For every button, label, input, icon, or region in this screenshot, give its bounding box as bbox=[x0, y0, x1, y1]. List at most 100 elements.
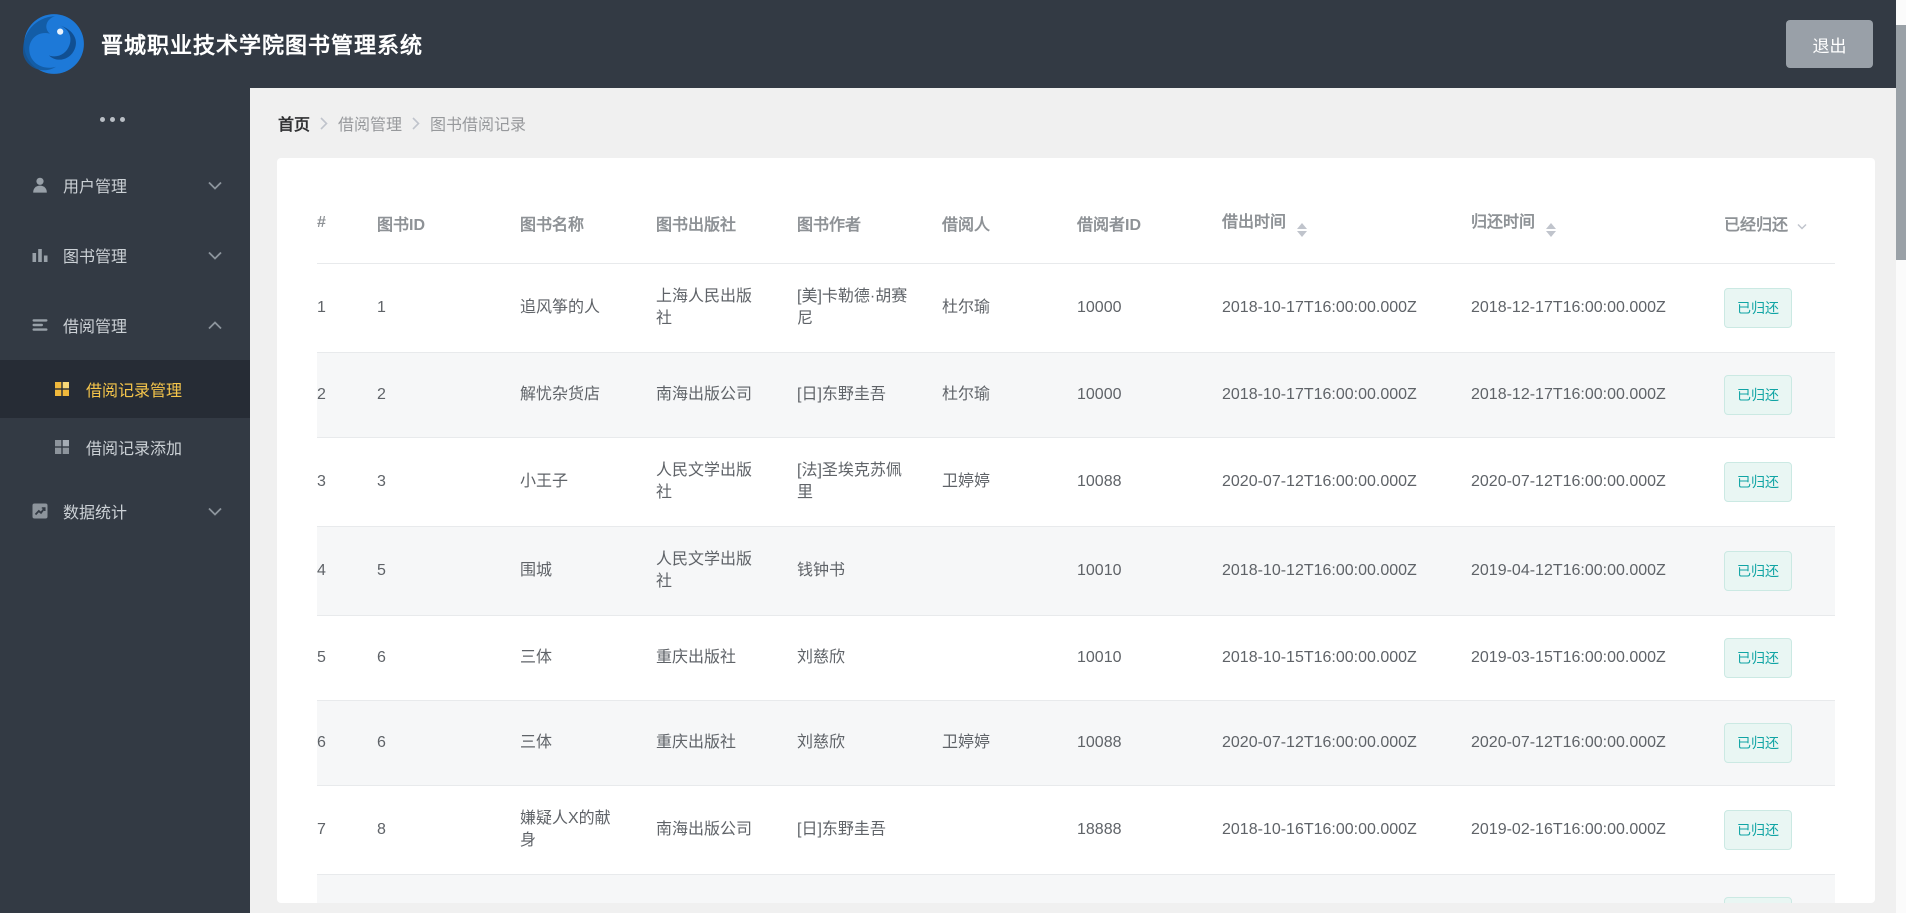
cell-borrower: 卫婷婷 bbox=[942, 700, 1077, 786]
cell-return-time: 2019-02-16T16:00:00.000Z bbox=[1471, 785, 1724, 875]
column-header-return-time[interactable]: 归还时间 bbox=[1471, 174, 1724, 264]
cell-borrower-id: 10088 bbox=[1077, 700, 1222, 786]
table-row: 1 1 追风筝的人 上海人民出版社 [美]卡勒德·胡赛尼 杜尔瑜 10000 2… bbox=[317, 263, 1835, 353]
logout-button[interactable]: 退出 bbox=[1786, 20, 1873, 68]
column-header-publisher: 图书出版社 bbox=[656, 174, 797, 264]
table-row: 2 2 解忧杂货店 南海出版公司 [日]东野圭吾 杜尔瑜 10000 2018-… bbox=[317, 352, 1835, 438]
cell-publisher: 人民文学出版社 bbox=[656, 526, 797, 616]
table-row: 6 6 三体 重庆出版社 刘慈欣 卫婷婷 10088 2020-07-12T16… bbox=[317, 700, 1835, 786]
breadcrumb-current-page: 图书借阅记录 bbox=[430, 117, 527, 134]
cell-author: [日]东野圭吾 bbox=[797, 785, 942, 875]
sort-caret-icon bbox=[1546, 223, 1557, 237]
cell-index: 5 bbox=[317, 615, 377, 701]
bar-chart-icon bbox=[32, 249, 48, 262]
status-badge: 已归还 bbox=[1724, 810, 1792, 850]
cell-borrow-time: 2020-07-12T16:00:00.000Z bbox=[1222, 437, 1471, 527]
column-header-index: # bbox=[317, 174, 377, 264]
column-header-borrow-time[interactable]: 借出时间 bbox=[1222, 174, 1471, 264]
column-header-returned-status[interactable]: 已经归还 bbox=[1724, 174, 1835, 264]
cell-borrower bbox=[942, 785, 1077, 875]
sidebar-item-label: 图书管理 bbox=[63, 249, 128, 266]
caret-down-icon bbox=[1797, 217, 1807, 235]
sidebar-item-borrow-record-add[interactable]: 借阅记录添加 bbox=[0, 418, 250, 476]
cell-status: 已归还 bbox=[1724, 352, 1835, 438]
status-badge: 已归还 bbox=[1724, 638, 1792, 678]
cell-return-time: 2020-07-12T16:00:00.000Z bbox=[1471, 437, 1724, 527]
status-badge: 已归还 bbox=[1724, 288, 1792, 328]
cell-book-name: 嫌疑人X的献身 bbox=[520, 785, 656, 875]
cell-index: 8 bbox=[317, 874, 377, 903]
app-title: 晋城职业技术学院图书管理系统 bbox=[101, 33, 424, 58]
cell-status: 已归还 bbox=[1724, 700, 1835, 786]
chevron-down-icon bbox=[208, 251, 222, 260]
cell-author: [日]东野圭吾 bbox=[797, 352, 942, 438]
cell-borrow-time: 2018-10-17T16:00:00.000Z bbox=[1222, 263, 1471, 353]
cell-publisher: 南海出版公司 bbox=[656, 352, 797, 438]
cell-book-id: 9 bbox=[377, 874, 520, 903]
sidebar-item-user-management[interactable]: 用户管理 bbox=[0, 150, 250, 220]
breadcrumb-borrow-management[interactable]: 借阅管理 bbox=[338, 111, 402, 135]
sidebar-item-label: 借阅记录添加 bbox=[86, 441, 183, 458]
sidebar-item-book-management[interactable]: 图书管理 bbox=[0, 220, 250, 290]
sidebar: 用户管理 图书管理 借阅管理 借阅记录管理 借阅记录添加 数据统计 bbox=[0, 88, 250, 913]
status-badge: 已归还 bbox=[1724, 723, 1792, 763]
sidebar-collapse-button[interactable] bbox=[0, 88, 250, 150]
status-badge: 已归还 bbox=[1724, 375, 1792, 415]
table-card: # 图书ID 图书名称 图书出版社 图书作者 借阅人 借阅者ID 借出时间 归还… bbox=[277, 158, 1875, 903]
cell-borrower-id: 10000 bbox=[1077, 352, 1222, 438]
cell-author: 刘慈欣 bbox=[797, 700, 942, 786]
sidebar-item-label: 用户管理 bbox=[63, 179, 128, 196]
page-scrollbar[interactable] bbox=[1896, 0, 1906, 913]
cell-status: 已归还 bbox=[1724, 526, 1835, 616]
table-row: 3 3 小王子 人民文学出版社 [法]圣埃克苏佩里 卫婷婷 10088 2020… bbox=[317, 437, 1835, 527]
cell-book-name: 三体 bbox=[520, 700, 656, 786]
cell-return-time: 2018-12-17T16:00:00.000Z bbox=[1471, 263, 1724, 353]
sidebar-item-label: 借阅记录管理 bbox=[86, 383, 183, 400]
cell-return-time: 2018-12-17T16:00:00.000Z bbox=[1471, 352, 1724, 438]
cell-book-id: 3 bbox=[377, 437, 520, 527]
scrollbar-thumb[interactable] bbox=[1896, 25, 1906, 260]
cell-borrower-id: 10000 bbox=[1077, 874, 1222, 903]
cell-borrower-id: 18888 bbox=[1077, 785, 1222, 875]
chevron-down-icon bbox=[208, 507, 222, 516]
cell-index: 1 bbox=[317, 263, 377, 353]
cell-borrower: 杜尔瑜 bbox=[942, 352, 1077, 438]
cell-borrow-time: 2018-10-17T16:00:00.000Z bbox=[1222, 352, 1471, 438]
cell-publisher: 南海出版公司 bbox=[656, 785, 797, 875]
chevron-right-icon bbox=[412, 116, 420, 130]
grid-icon bbox=[55, 382, 69, 396]
cell-borrower-id: 10000 bbox=[1077, 263, 1222, 353]
breadcrumb-home[interactable]: 首页 bbox=[278, 111, 310, 135]
column-header-book-id: 图书ID bbox=[377, 174, 520, 264]
cell-index: 2 bbox=[317, 352, 377, 438]
cell-publisher: 上海人民出版社 bbox=[656, 263, 797, 353]
cell-borrow-time: 2018-10-16T16:00:00.000Z bbox=[1222, 785, 1471, 875]
sidebar-item-borrow-records[interactable]: 借阅记录管理 bbox=[0, 360, 250, 418]
cell-borrower-id: 10010 bbox=[1077, 615, 1222, 701]
cell-borrower-id: 10088 bbox=[1077, 437, 1222, 527]
cell-borrower: 杜尔瑜 bbox=[942, 874, 1077, 903]
status-badge: 已归还 bbox=[1724, 897, 1792, 903]
cell-borrower bbox=[942, 615, 1077, 701]
cell-borrower: 杜尔瑜 bbox=[942, 263, 1077, 353]
cell-borrower-id: 10010 bbox=[1077, 526, 1222, 616]
cell-borrow-time: 2020-07-12T16:00:00.000Z bbox=[1222, 700, 1471, 786]
grid-icon bbox=[55, 440, 69, 454]
cell-borrower: 卫婷婷 bbox=[942, 437, 1077, 527]
cell-author: 刘慈欣 bbox=[797, 615, 942, 701]
sidebar-item-borrow-management[interactable]: 借阅管理 bbox=[0, 290, 250, 360]
table-row: 8 9 活着 南海出版公司 余华 杜尔瑜 10000 2019-12-09T16… bbox=[317, 874, 1835, 903]
table-body: 1 1 追风筝的人 上海人民出版社 [美]卡勒德·胡赛尼 杜尔瑜 10000 2… bbox=[317, 263, 1835, 903]
cell-book-id: 6 bbox=[377, 700, 520, 786]
cell-return-time: 2019-04-12T16:00:00.000Z bbox=[1471, 526, 1724, 616]
cell-book-id: 2 bbox=[377, 352, 520, 438]
cell-book-id: 8 bbox=[377, 785, 520, 875]
cell-index: 6 bbox=[317, 700, 377, 786]
cell-borrow-time: 2018-10-15T16:00:00.000Z bbox=[1222, 615, 1471, 701]
sidebar-item-data-statistics[interactable]: 数据统计 bbox=[0, 476, 250, 546]
cell-status: 已归还 bbox=[1724, 874, 1835, 903]
column-header-borrower: 借阅人 bbox=[942, 174, 1077, 264]
table-row: 7 8 嫌疑人X的献身 南海出版公司 [日]东野圭吾 18888 2018-10… bbox=[317, 785, 1835, 875]
cell-return-time: 2019-03-15T16:00:00.000Z bbox=[1471, 615, 1724, 701]
sort-caret-icon bbox=[1297, 223, 1308, 237]
